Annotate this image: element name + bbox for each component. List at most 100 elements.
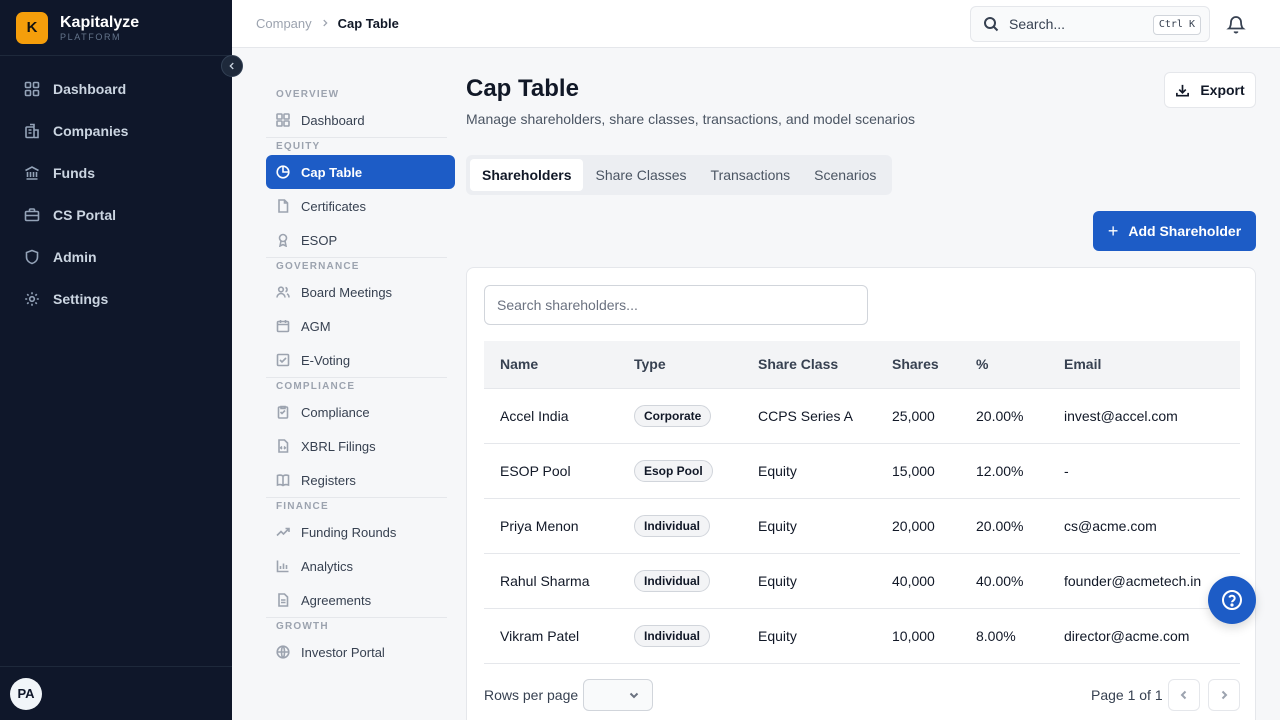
subnav-item-label: AGM	[301, 318, 331, 334]
notifications-button[interactable]	[1226, 14, 1246, 34]
subnav-item-label: E-Voting	[301, 352, 351, 368]
main-nav-admin[interactable]: Admin	[0, 236, 232, 278]
brand-name: Kapitalyze	[60, 13, 140, 31]
download-icon	[1176, 84, 1190, 96]
cell-percent: 8.00%	[976, 627, 1016, 644]
book-icon	[276, 474, 290, 487]
subnav-item-analytics[interactable]: Analytics	[266, 549, 455, 583]
subnav-item-certificates[interactable]: Certificates	[266, 189, 455, 223]
cell-share-class: CCPS Series A	[758, 407, 853, 424]
cell-percent: 12.00%	[976, 462, 1024, 479]
subnav-item-label: Board Meetings	[301, 284, 393, 300]
subnav-item-dashboard[interactable]: Dashboard	[266, 103, 455, 137]
chevron-left-icon	[229, 62, 234, 70]
cell-share-class: Equity	[758, 572, 797, 589]
subnav-item-e-voting[interactable]: E-Voting	[266, 343, 455, 377]
main-nav: Dashboard Companies Funds CS Portal Admi…	[0, 56, 232, 320]
prev-page-button[interactable]	[1168, 679, 1200, 711]
table-row[interactable]: Accel India Corporate CCPS Series A 25,0…	[484, 388, 1240, 443]
sidebar-collapse-button[interactable]	[221, 55, 243, 77]
table-row[interactable]: Rahul Sharma Individual Equity 40,000 40…	[484, 553, 1240, 608]
cell-percent: 40.00%	[976, 572, 1024, 589]
cell-shares: 15,000	[892, 462, 935, 479]
table-row[interactable]: ESOP Pool Esop Pool Equity 15,000 12.00%…	[484, 443, 1240, 498]
building-icon	[25, 123, 39, 139]
type-badge: Individual	[634, 569, 711, 592]
cell-percent: 20.00%	[976, 407, 1024, 424]
export-button[interactable]: Export	[1164, 72, 1256, 108]
column-header-email[interactable]: Email	[1048, 341, 1240, 389]
tab-transactions[interactable]: Transactions	[699, 159, 803, 191]
main-nav-label: Dashboard	[53, 81, 127, 97]
column-header-percent[interactable]: %	[960, 341, 1048, 389]
table-row[interactable]: Vikram Patel Individual Equity 10,000 8.…	[484, 608, 1240, 663]
rows-per-page-label: Rows per page	[484, 687, 579, 703]
pie-chart-icon	[276, 165, 290, 179]
global-search[interactable]: Search... Ctrl K	[970, 6, 1210, 42]
subnav-item-agreements[interactable]: Agreements	[266, 583, 455, 617]
briefcase-icon	[24, 208, 40, 222]
column-header-shares[interactable]: Shares	[876, 341, 960, 389]
cell-share-class: Equity	[758, 627, 797, 644]
section-nav: OVERVIEW Dashboard EQUITY Cap Table Cert…	[232, 48, 466, 720]
avatar[interactable]: PA	[10, 677, 42, 710]
table-row[interactable]: Priya Menon Individual Equity 20,000 20.…	[484, 498, 1240, 553]
subnav-item-esop[interactable]: ESOP	[266, 223, 455, 257]
clipboard-icon	[277, 405, 289, 419]
breadcrumb-parent[interactable]: Company	[256, 16, 312, 31]
subnav-section-compliance: COMPLIANCE	[266, 377, 447, 395]
subnav-item-label: Agreements	[301, 592, 372, 608]
subnav-item-cap-table[interactable]: Cap Table	[266, 155, 455, 189]
chevron-right-icon	[320, 17, 330, 31]
brand-subtitle: PLATFORM	[60, 31, 122, 42]
subnav-item-agm[interactable]: AGM	[266, 309, 455, 343]
add-shareholder-button[interactable]: + Add Shareholder	[1093, 211, 1256, 251]
main-nav-label: Settings	[53, 291, 109, 307]
cell-email: director@acme.com	[1064, 627, 1190, 644]
tab-scenarios[interactable]: Scenarios	[802, 159, 888, 191]
plus-icon: +	[1107, 221, 1119, 241]
help-button[interactable]	[1208, 576, 1256, 624]
add-shareholder-label: Add Shareholder	[1128, 223, 1242, 239]
subnav-item-label: Certificates	[301, 198, 367, 214]
vote-icon	[276, 353, 290, 367]
brand[interactable]: K Kapitalyze PLATFORM	[0, 0, 232, 56]
page-subtitle: Manage shareholders, share classes, tran…	[466, 111, 916, 127]
column-header-name[interactable]: Name	[484, 341, 618, 389]
column-header-type[interactable]: Type	[618, 341, 742, 389]
next-page-button[interactable]	[1208, 679, 1240, 711]
subnav-item-label: Dashboard	[301, 112, 365, 128]
subnav-item-funding-rounds[interactable]: Funding Rounds	[266, 515, 455, 549]
subnav-item-board-meetings[interactable]: Board Meetings	[266, 275, 455, 309]
main-nav-companies[interactable]: Companies	[0, 110, 232, 152]
main-nav-dashboard[interactable]: Dashboard	[0, 68, 232, 110]
main-nav-label: Admin	[53, 249, 97, 265]
shareholders-table: Name Type Share Class Shares % Email Acc…	[484, 341, 1240, 664]
bell-icon	[1226, 16, 1246, 34]
subnav-item-registers[interactable]: Registers	[266, 463, 455, 497]
chevron-down-icon	[629, 692, 639, 699]
search-placeholder: Search...	[1009, 16, 1066, 32]
column-header-share-class[interactable]: Share Class	[742, 341, 876, 389]
search-icon	[984, 17, 999, 32]
main-nav-cs-portal[interactable]: CS Portal	[0, 194, 232, 236]
shield-icon	[25, 249, 39, 265]
grid-icon	[276, 113, 290, 127]
subnav-item-xbrl-filings[interactable]: XBRL Filings	[266, 429, 455, 463]
subnav-item-compliance[interactable]: Compliance	[266, 395, 455, 429]
main-nav-settings[interactable]: Settings	[0, 278, 232, 320]
subnav-item-investor-portal[interactable]: Investor Portal	[266, 635, 455, 669]
subnav-section-governance: GOVERNANCE	[266, 257, 447, 275]
breadcrumb: Company Cap Table	[232, 16, 399, 31]
tab-share-classes[interactable]: Share Classes	[583, 159, 698, 191]
main-nav-funds[interactable]: Funds	[0, 152, 232, 194]
cell-percent: 20.00%	[976, 517, 1024, 534]
cell-name: Vikram Patel	[500, 627, 580, 644]
shareholder-search-input[interactable]	[484, 285, 868, 325]
tab-shareholders[interactable]: Shareholders	[470, 159, 584, 191]
cap-table-tabs: Shareholders Share Classes Transactions …	[466, 155, 893, 195]
subnav-item-label: Analytics	[301, 558, 354, 574]
chevron-right-icon	[1221, 690, 1228, 700]
cell-shares: 25,000	[892, 407, 935, 424]
rows-per-page-select[interactable]	[583, 679, 653, 711]
